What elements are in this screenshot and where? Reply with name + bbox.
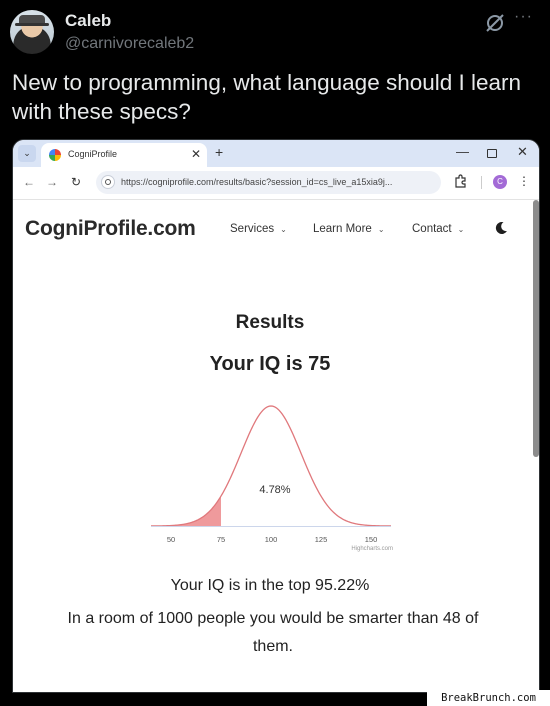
avatar[interactable]	[10, 10, 54, 54]
chart-credits[interactable]: Highcharts.com	[351, 546, 393, 552]
nav-learn-more[interactable]: Learn More ⌄	[313, 223, 385, 235]
browser-toolbar: ← → ↻ https://cogniprofile.com/results/b…	[13, 167, 539, 200]
iq-distribution-chart: 50 75 100 125 150 4.78% Highcharts.com	[150, 405, 393, 552]
extensions-icon[interactable]	[454, 174, 468, 188]
nav-contact[interactable]: Contact ⌄	[412, 223, 464, 235]
x-tick-label: 75	[217, 535, 225, 544]
nav-contact-label: Contact	[412, 223, 452, 235]
minimize-icon[interactable]: —	[456, 144, 469, 159]
more-options-icon[interactable]: ···	[514, 8, 533, 26]
x-tick-label: 50	[167, 535, 175, 544]
grok-icon[interactable]	[484, 12, 506, 34]
site-logo[interactable]: CogniProfile.com	[25, 217, 196, 241]
tweet-text: New to programming, what language should…	[12, 70, 522, 124]
dark-mode-icon[interactable]	[493, 220, 509, 236]
url-text: https://cogniprofile.com/results/basic?s…	[121, 177, 393, 187]
attached-screenshot[interactable]: ⌄ CogniProfile ✕ + — ✕ ← → ↻ https://cog…	[12, 139, 540, 693]
nav-learn-more-label: Learn More	[313, 223, 372, 235]
chevron-down-icon: ⌄	[280, 225, 287, 234]
tab-search-button[interactable]: ⌄	[18, 145, 36, 162]
browser-menu-icon[interactable]: ⋮	[518, 174, 530, 188]
nav-services[interactable]: Services ⌄	[230, 223, 287, 235]
chart-curve-line	[150, 405, 392, 527]
back-icon[interactable]: ←	[23, 175, 35, 189]
chevron-down-icon: ⌄	[457, 225, 465, 234]
page-scrollbar[interactable]	[533, 200, 539, 457]
x-tick-label: 100	[265, 535, 278, 544]
new-tab-button[interactable]: +	[215, 144, 223, 160]
comparison-text: In a room of 1000 people you would be sm…	[67, 610, 479, 655]
window-close-icon[interactable]: ✕	[517, 144, 528, 160]
browser-tab-bar: ⌄ CogniProfile ✕ + — ✕	[13, 140, 539, 167]
x-tick-label: 150	[365, 535, 378, 544]
maximize-icon[interactable]	[487, 149, 497, 158]
web-page: CogniProfile.com Services ⌄ Learn More ⌄ C…	[13, 200, 539, 692]
forward-icon[interactable]: →	[46, 175, 58, 189]
tab-title: CogniProfile	[68, 149, 118, 159]
percentile-text: Your IQ is in the top 95.22%	[170, 577, 370, 594]
browser-tab[interactable]: CogniProfile ✕	[41, 143, 207, 167]
iq-heading: Your IQ is 75	[209, 353, 331, 375]
tab-close-icon[interactable]: ✕	[191, 147, 201, 161]
chart-annotation: 4.78%	[259, 484, 290, 496]
favicon-icon	[49, 149, 61, 161]
toolbar-divider	[481, 176, 482, 189]
author-name[interactable]: Caleb	[65, 11, 111, 31]
results-heading: Results	[235, 312, 305, 333]
reload-icon[interactable]: ↻	[71, 175, 81, 189]
author-handle[interactable]: @carnivorecaleb2	[65, 35, 194, 53]
nav-services-label: Services	[230, 223, 275, 235]
site-info-icon[interactable]	[101, 175, 115, 189]
address-bar[interactable]: https://cogniprofile.com/results/basic?s…	[96, 171, 441, 194]
chevron-down-icon: ⌄	[377, 225, 385, 234]
x-tick-label: 125	[315, 535, 328, 544]
watermark: BreakBrunch.com	[427, 690, 550, 706]
profile-avatar[interactable]: C	[493, 175, 507, 189]
